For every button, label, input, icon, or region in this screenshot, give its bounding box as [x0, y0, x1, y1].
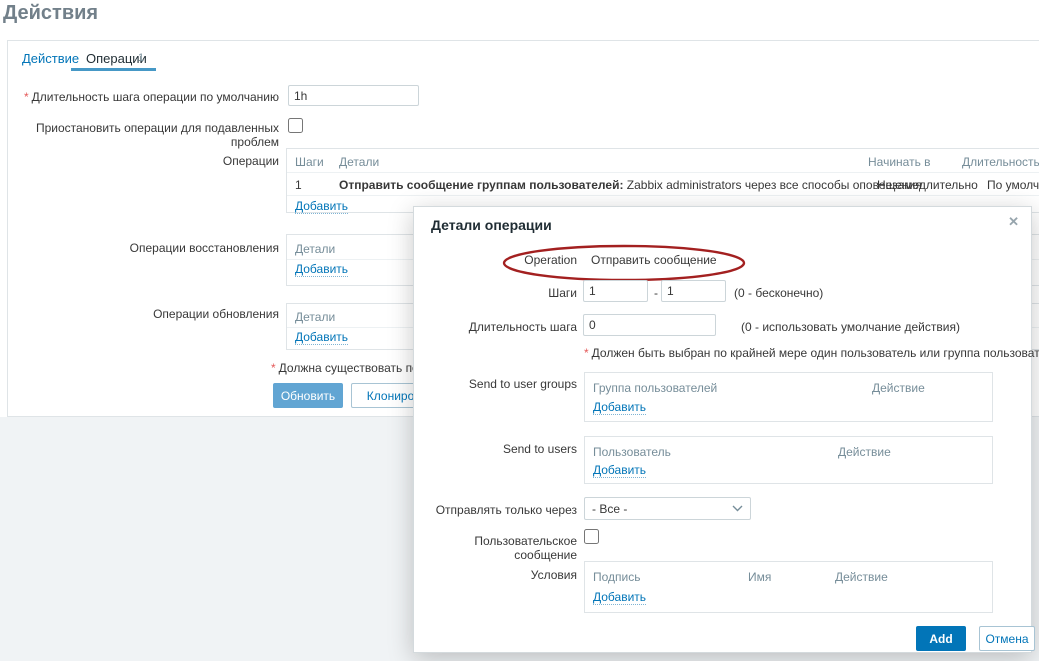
table-divider [287, 172, 1039, 173]
users-add-link[interactable]: Добавить [593, 463, 646, 478]
media-type-selected-value: - Все - [592, 502, 627, 516]
default-step-duration-input[interactable] [288, 85, 419, 106]
operation-row-duration: По умолчанию [987, 178, 1039, 192]
operation-row-start-in: Незамедлительно [877, 178, 978, 192]
default-step-duration-label: *Длительность шага операции по умолчанию [8, 90, 279, 104]
update-add-link[interactable]: Добавить [295, 330, 348, 345]
operations-col-steps: Шаги [295, 155, 324, 169]
conditions-label: Условия [414, 568, 577, 582]
required-mark: * [271, 361, 276, 375]
update-col-details: Детали [295, 310, 335, 324]
users-col-action: Действие [838, 445, 891, 459]
recovery-add-link[interactable]: Добавить [295, 262, 348, 277]
required-mark: * [24, 90, 29, 104]
media-type-select[interactable]: - Все - [584, 497, 751, 520]
user-groups-col-action: Действие [872, 381, 925, 395]
conditions-col-action: Действие [835, 570, 888, 584]
user-groups-col-group: Группа пользователей [593, 381, 717, 395]
user-required-warning: *Должен быть выбран по крайней мере один… [584, 346, 1039, 360]
conditions-col-name: Имя [748, 570, 771, 584]
update-operations-label: Операции обновления [8, 307, 279, 321]
tab-action[interactable]: Действие [22, 51, 79, 66]
send-to-user-groups-label: Send to user groups [414, 377, 577, 391]
steps-label: Шаги [414, 286, 577, 300]
operations-col-start-in: Начинать в [868, 155, 931, 169]
form-requirement-hint: *Должна существовать по к [271, 361, 427, 375]
operations-col-details: Детали [339, 155, 379, 169]
required-mark: * [584, 346, 589, 360]
user-groups-table: Группа пользователей Действие Добавить [584, 372, 993, 422]
operations-label: Операции [8, 154, 279, 168]
step-duration-input[interactable] [583, 314, 716, 336]
operations-col-duration: Длительность [962, 155, 1039, 169]
user-groups-add-link[interactable]: Добавить [593, 400, 646, 415]
send-only-to-label: Отправлять только через [414, 503, 577, 517]
users-col-user: Пользователь [593, 445, 671, 459]
recovery-col-details: Детали [295, 242, 335, 256]
operation-row-details: Отправить сообщение группам пользователе… [339, 178, 922, 192]
operation-details-dialog: Детали операции ✕ Operation Отправить со… [413, 206, 1032, 653]
conditions-table: Подпись Имя Действие Добавить [584, 561, 993, 613]
chevron-down-icon [732, 505, 743, 512]
cancel-button[interactable]: Отмена [979, 626, 1035, 651]
tab-operations-count: 1 [138, 52, 144, 64]
steps-hint: (0 - бесконечно) [734, 286, 823, 300]
conditions-add-link[interactable]: Добавить [593, 590, 646, 605]
operations-table: Шаги Детали Начинать в Длительность 1 От… [286, 148, 1039, 213]
operation-type-label: Operation [414, 253, 577, 267]
dialog-title: Детали операции [431, 217, 552, 233]
update-button[interactable]: Обновить [273, 383, 343, 408]
step-duration-label: Длительность шага [414, 320, 577, 334]
steps-from-input[interactable] [583, 280, 648, 302]
users-table: Пользователь Действие Добавить [584, 436, 993, 484]
pause-suppressed-checkbox[interactable] [288, 118, 303, 133]
operation-type-value: Отправить сообщение [591, 253, 717, 267]
steps-to-input[interactable] [661, 280, 726, 302]
pause-suppressed-label: Приостановить операции для подавленных п… [8, 121, 279, 149]
close-icon[interactable]: ✕ [1008, 214, 1019, 230]
operation-row-step: 1 [295, 178, 302, 192]
add-button[interactable]: Add [916, 626, 966, 651]
send-to-users-label: Send to users [414, 442, 577, 456]
operations-add-link[interactable]: Добавить [295, 199, 348, 214]
conditions-col-label: Подпись [593, 570, 641, 584]
table-divider [287, 195, 1039, 196]
page-title: Действия [3, 2, 98, 25]
step-duration-hint: (0 - использовать умолчание действия) [741, 320, 960, 334]
steps-dash: - [654, 286, 658, 300]
custom-message-label: Пользовательское сообщение [414, 534, 577, 562]
recovery-operations-label: Операции восстановления [8, 241, 279, 255]
custom-message-checkbox[interactable] [584, 529, 599, 544]
active-tab-underline [71, 68, 156, 71]
